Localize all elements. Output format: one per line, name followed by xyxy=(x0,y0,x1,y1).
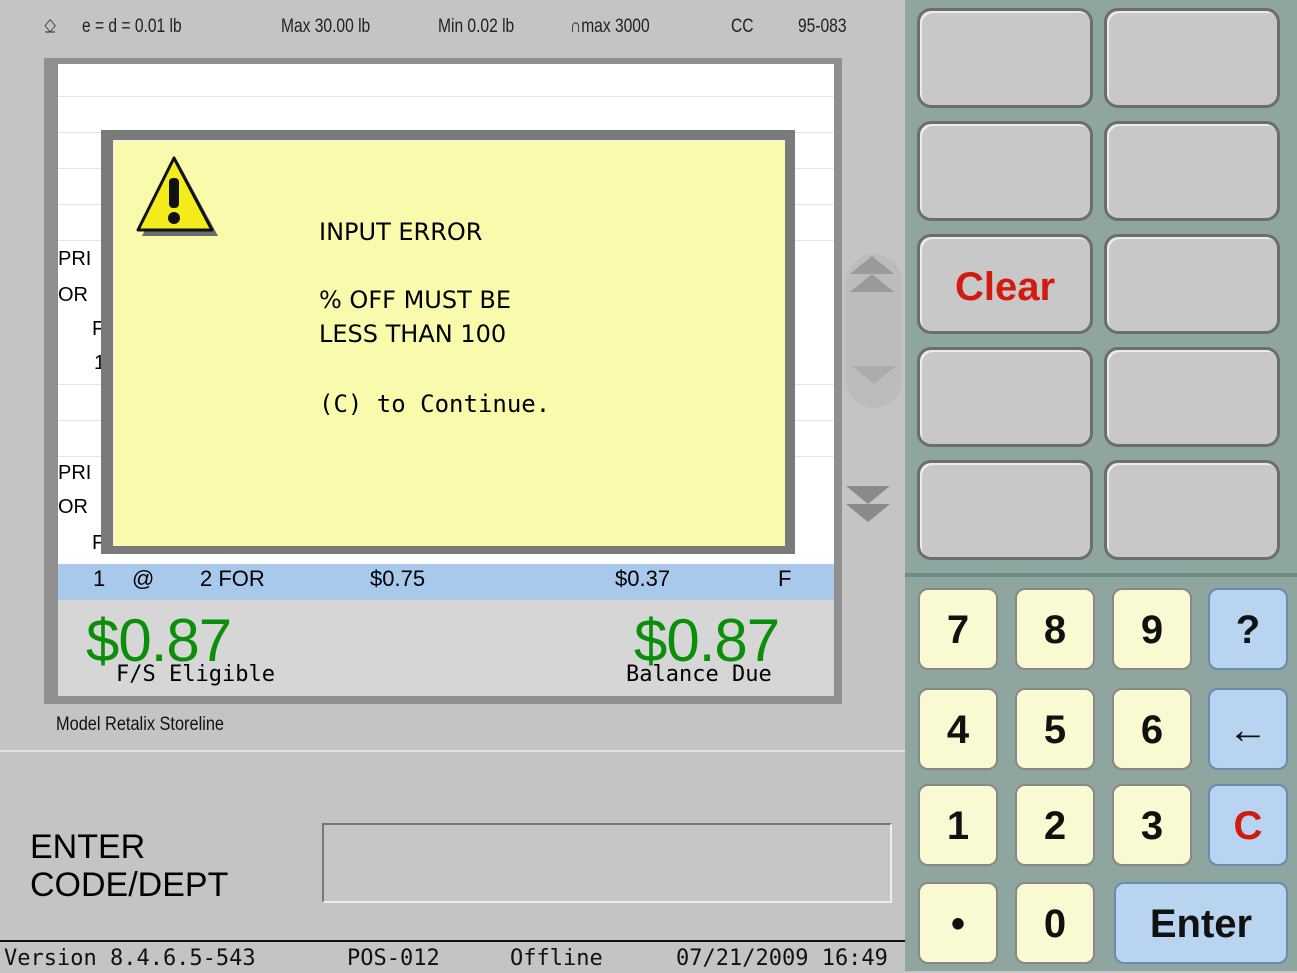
fs-eligible-label: F/S Eligible xyxy=(116,662,275,687)
receipt-rule xyxy=(58,96,834,97)
error-message-line2: LESS THAN 100 xyxy=(319,320,507,348)
receipt-line: PRI xyxy=(58,462,92,484)
prompt-line2: CODE/DEPT xyxy=(30,866,229,904)
scale-division: e = d = 0.01 lb xyxy=(82,16,182,37)
key-4[interactable]: 4 xyxy=(918,688,998,770)
key-0[interactable]: 0 xyxy=(1015,882,1095,964)
key-9[interactable]: 9 xyxy=(1112,588,1192,670)
balance-due-label: Balance Due xyxy=(626,662,772,687)
help-key[interactable]: ? xyxy=(1208,588,1288,670)
warning-icon xyxy=(136,156,220,247)
clear-button[interactable]: Clear xyxy=(917,234,1093,334)
scale-min: Min 0.02 lb xyxy=(438,16,515,37)
scale-symbol: ⎐ xyxy=(44,16,57,37)
function-key-3[interactable] xyxy=(917,121,1093,221)
error-title: INPUT ERROR xyxy=(319,218,483,246)
entry-prompt: ENTER CODE/DEPT xyxy=(30,828,228,904)
row-amount: $0.37 xyxy=(615,566,671,591)
keypad-divider xyxy=(905,573,1297,577)
selected-receipt-row[interactable] xyxy=(58,564,834,600)
backspace-key[interactable]: ← xyxy=(1208,688,1288,770)
function-key-6[interactable] xyxy=(1104,234,1280,334)
receipt-line: OR xyxy=(58,496,88,518)
function-key-2[interactable] xyxy=(1104,8,1280,108)
key-5[interactable]: 5 xyxy=(1015,688,1095,770)
row-deal: 2 FOR xyxy=(200,566,265,591)
scroll-page-up-icon[interactable] xyxy=(850,256,894,292)
function-key-10[interactable] xyxy=(1104,460,1280,560)
row-price: $0.75 xyxy=(370,566,426,591)
key-7[interactable]: 7 xyxy=(918,588,998,670)
prompt-line1: ENTER xyxy=(30,828,146,866)
scale-cc: CC xyxy=(731,16,754,37)
connection-mode: Offline xyxy=(510,946,603,971)
error-message-line1: % OFF MUST BE xyxy=(319,286,511,314)
clear-key[interactable]: C xyxy=(1208,784,1288,866)
divider xyxy=(0,750,905,752)
function-key-1[interactable] xyxy=(917,8,1093,108)
receipt-line: OR xyxy=(58,284,88,306)
key-2[interactable]: 2 xyxy=(1015,784,1095,866)
error-hint: (C) to Continue. xyxy=(319,390,551,418)
enter-key[interactable]: Enter xyxy=(1114,882,1288,964)
scale-max: Max 30.00 lb xyxy=(281,16,371,37)
code-dept-input[interactable] xyxy=(322,823,892,903)
scale-cert: 95-083 xyxy=(798,16,847,37)
model-label: Model Retalix Storeline xyxy=(56,714,225,735)
scale-header: ⎐ e = d = 0.01 lb Max 30.00 lb Min 0.02 … xyxy=(0,0,905,58)
scroll-page-down-icon[interactable] xyxy=(846,486,890,522)
row-flag: F xyxy=(778,566,792,591)
receipt-line: PRI xyxy=(58,248,92,270)
date-time: 07/21/2009 16:49 xyxy=(676,946,888,971)
function-key-9[interactable] xyxy=(917,460,1093,560)
function-key-7[interactable] xyxy=(917,347,1093,447)
scroll-line-down-icon[interactable] xyxy=(852,366,896,384)
key-3[interactable]: 3 xyxy=(1112,784,1192,866)
clear-button-label: Clear xyxy=(954,265,1056,309)
scale-nmax: ∩max 3000 xyxy=(570,16,650,37)
row-at: @ xyxy=(132,566,155,591)
pos-id: POS-012 xyxy=(347,946,440,971)
row-qty: 1 xyxy=(93,566,106,591)
key-1[interactable]: 1 xyxy=(918,784,998,866)
decimal-key[interactable]: • xyxy=(918,882,998,964)
key-6[interactable]: 6 xyxy=(1112,688,1192,770)
function-key-8[interactable] xyxy=(1104,347,1280,447)
function-key-4[interactable] xyxy=(1104,121,1280,221)
key-8[interactable]: 8 xyxy=(1015,588,1095,670)
version-text: Version 8.4.6.5-543 xyxy=(4,946,256,971)
